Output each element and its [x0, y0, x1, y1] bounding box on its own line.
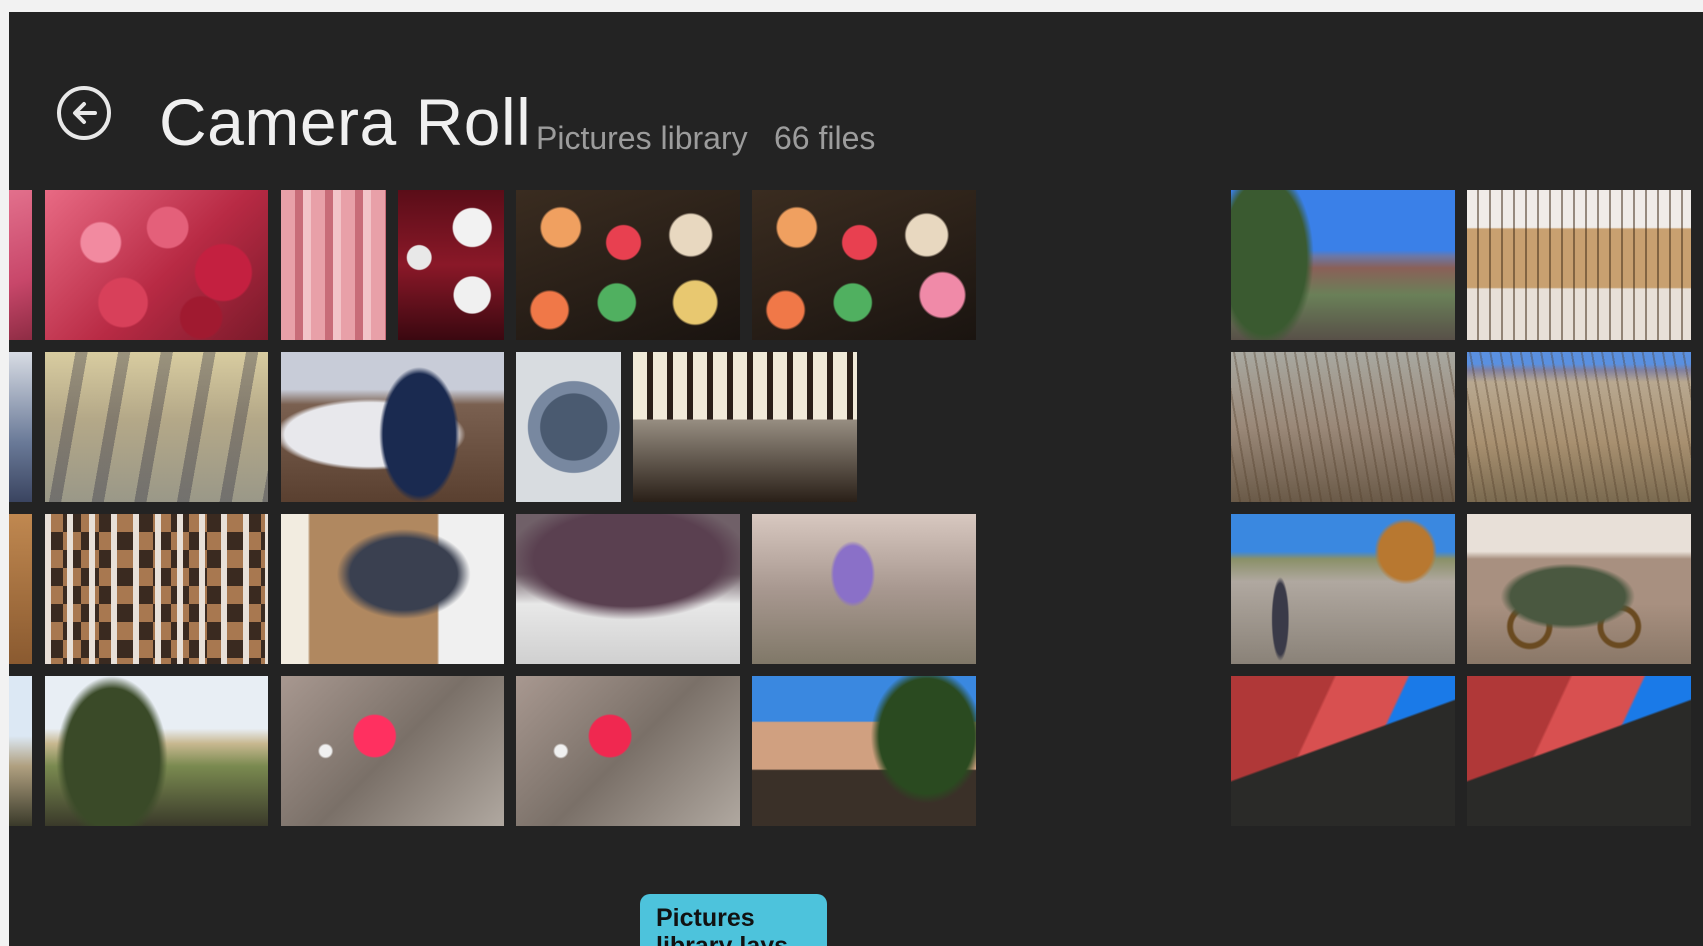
back-arrow-icon [73, 102, 97, 124]
photo-tile-red-boat-2[interactable] [1467, 676, 1691, 826]
photo-tile-purple-flower[interactable] [752, 514, 976, 664]
photo-tile-shadow-snow[interactable] [281, 352, 504, 502]
app-window: Camera Roll Pictures library 66 files Pi… [9, 12, 1703, 946]
back-button[interactable] [57, 86, 111, 140]
photo-tile-chess-board[interactable] [45, 514, 268, 664]
photo-tile-red-flower-1[interactable] [281, 676, 504, 826]
photo-tile-dining-room[interactable] [633, 352, 857, 502]
photo-tile-shadow-path[interactable] [45, 352, 268, 502]
photo-tile-red-boat-1[interactable] [1231, 676, 1455, 826]
photo-tile-mountain-field[interactable] [1231, 190, 1455, 340]
tooltip-label: Pictures library lays [640, 894, 827, 946]
page-title: Camera Roll [159, 85, 532, 159]
photo-tile-dry-grass-1[interactable] [1231, 352, 1455, 502]
photo-tile-framed-square[interactable] [516, 352, 621, 502]
file-count: 66 files [774, 120, 876, 156]
photo-tile-succulent-pot[interactable] [516, 514, 740, 664]
photo-tile-shadow-road[interactable] [1231, 514, 1455, 664]
photo-tile-red-roses[interactable] [45, 190, 268, 340]
photo-tile-adobe-building[interactable] [1467, 190, 1691, 340]
photo-tile-wrapped-candy[interactable] [281, 190, 386, 340]
photo-tile-garden-trees[interactable] [45, 676, 268, 826]
photo-tile-lollipops-1[interactable] [516, 190, 740, 340]
photo-tile-chess-edge[interactable] [9, 514, 32, 664]
photo-tile-wagon[interactable] [1467, 514, 1691, 664]
photo-tile-soda-bottles[interactable] [398, 190, 504, 340]
photo-tile-shadow-path-edge[interactable] [9, 352, 32, 502]
photo-tile-dry-grass-2[interactable] [1467, 352, 1691, 502]
photo-tile-wall-art[interactable] [281, 514, 504, 664]
location-label: Pictures library [536, 120, 748, 156]
photo-tile-lollipops-2[interactable] [752, 190, 976, 340]
photo-tile-garden-edge[interactable] [9, 676, 32, 826]
photo-tile-adobe-house[interactable] [752, 676, 976, 826]
photo-tile-roses-edge[interactable] [9, 190, 32, 340]
photo-tile-red-flower-2[interactable] [516, 676, 740, 826]
